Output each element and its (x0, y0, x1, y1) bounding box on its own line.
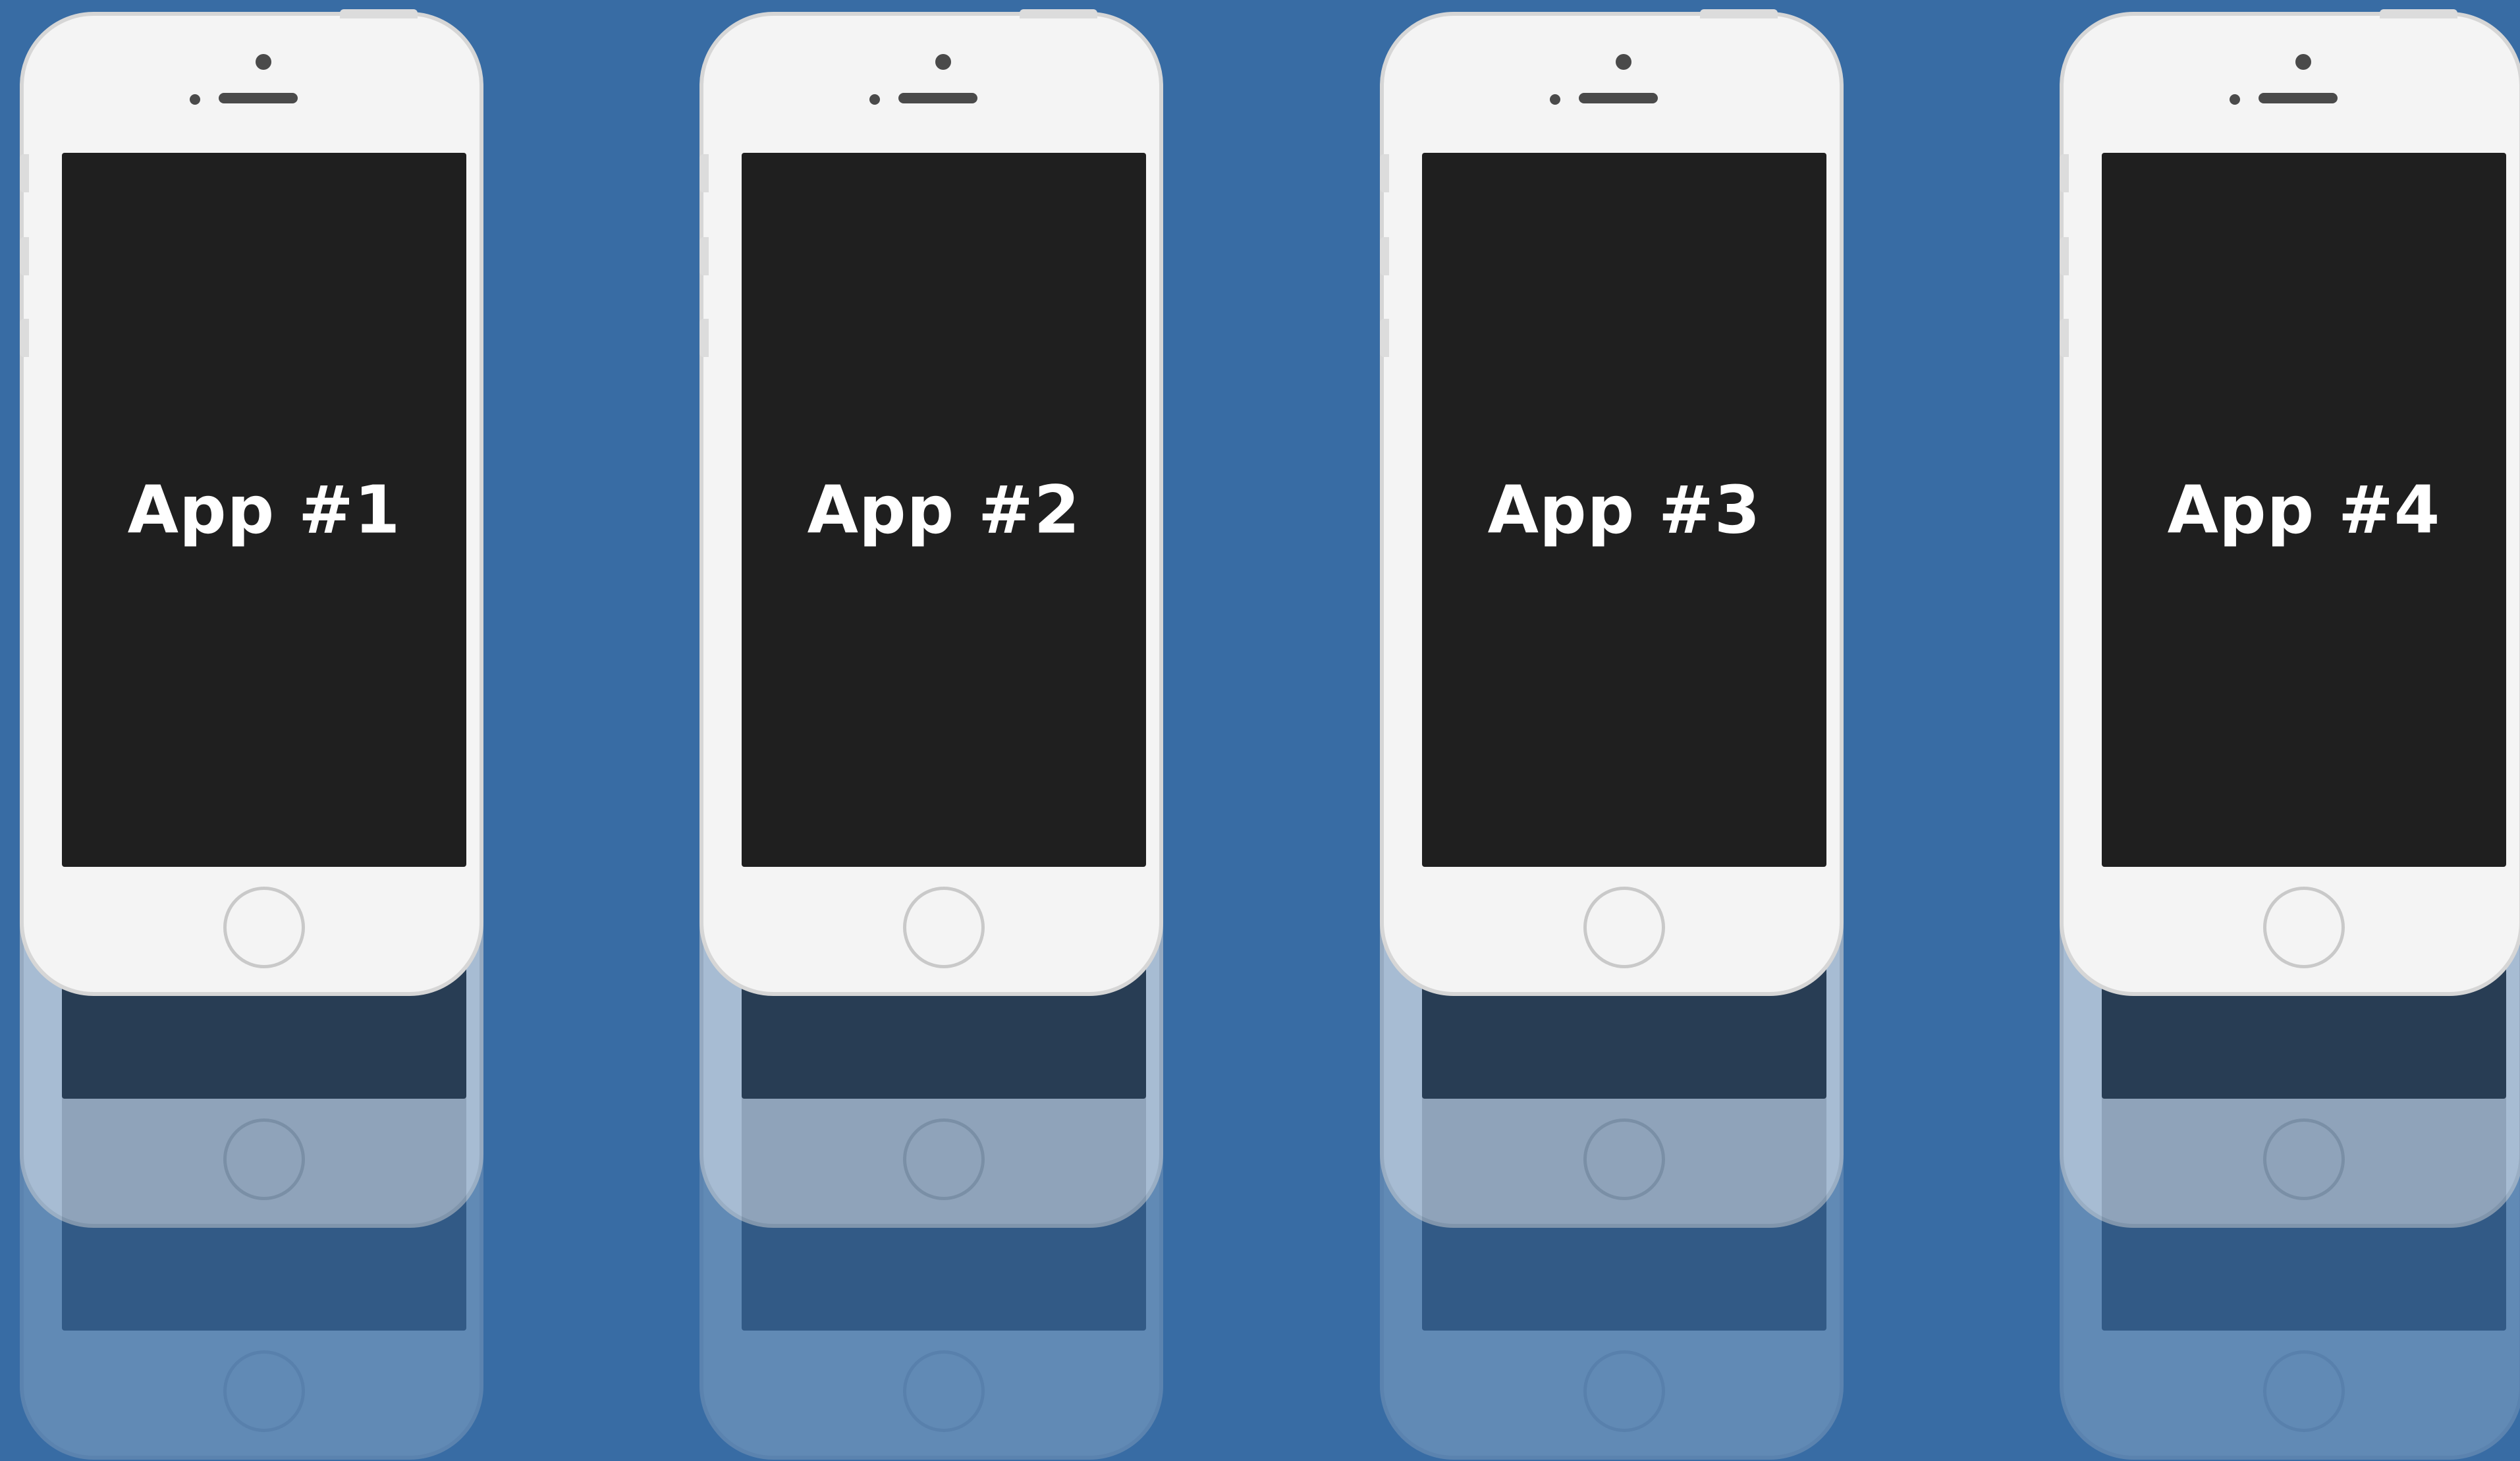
phone-body: App #1 (20, 9, 483, 996)
proximity-sensor-icon (190, 94, 200, 105)
mute-switch (1380, 154, 1389, 192)
phone-body: App #2 (699, 9, 1163, 996)
phone-body: App #4 (2060, 9, 2520, 996)
phone-group-2: App #2 (694, 0, 1168, 1461)
home-button[interactable] (223, 887, 305, 968)
home-button-reflection (2263, 1118, 2345, 1200)
app-label: App #3 (1487, 471, 1761, 549)
volume-up-button (1380, 237, 1389, 275)
phone-screen[interactable]: App #4 (2102, 153, 2506, 867)
app-label: App #1 (127, 471, 401, 549)
mute-switch (20, 154, 29, 192)
volume-down-button (699, 319, 709, 357)
proximity-sensor-icon (869, 94, 880, 105)
phone-group-1: App #1 (14, 0, 489, 1461)
phone-mockup-2: App #2 (694, 9, 1168, 1000)
proximity-sensor-icon (1550, 94, 1560, 105)
phone-screen[interactable]: App #3 (1422, 153, 1826, 867)
volume-down-button (1380, 319, 1389, 357)
power-button (1700, 9, 1778, 18)
phone-mockup-3: App #3 (1375, 9, 1849, 1000)
home-button[interactable] (903, 887, 985, 968)
earpiece-speaker-icon (2259, 93, 2338, 103)
phone-mockup-1: App #1 (14, 9, 489, 1000)
earpiece-speaker-icon (898, 93, 977, 103)
mute-switch (699, 154, 709, 192)
home-button[interactable] (2263, 887, 2345, 968)
power-button (1020, 9, 1097, 18)
volume-down-button (20, 319, 29, 357)
home-button-reflection (223, 1118, 305, 1200)
earpiece-speaker-icon (1579, 93, 1658, 103)
app-label: App #2 (807, 471, 1081, 549)
home-button-reflection (2263, 1350, 2345, 1432)
front-camera-icon (935, 54, 951, 70)
volume-up-button (2060, 237, 2069, 275)
mute-switch (2060, 154, 2069, 192)
home-button[interactable] (1583, 887, 1665, 968)
volume-up-button (20, 237, 29, 275)
power-button (340, 9, 418, 18)
phone-body: App #3 (1380, 9, 1844, 996)
phone-screen[interactable]: App #2 (742, 153, 1146, 867)
front-camera-icon (1616, 54, 1631, 70)
power-button (2380, 9, 2457, 18)
home-button-reflection (903, 1350, 985, 1432)
home-button-reflection (1583, 1350, 1665, 1432)
home-button-reflection (223, 1350, 305, 1432)
home-button-reflection (903, 1118, 985, 1200)
phone-mockup-4: App #4 (2054, 9, 2520, 1000)
volume-down-button (2060, 319, 2069, 357)
home-button-reflection (1583, 1118, 1665, 1200)
proximity-sensor-icon (2230, 94, 2240, 105)
phone-group-3: App #3 (1375, 0, 1849, 1461)
front-camera-icon (2295, 54, 2311, 70)
volume-up-button (699, 237, 709, 275)
phone-group-4: App #4 (2054, 0, 2520, 1461)
app-showcase: App #1 App #2 App #3 App #4 (0, 0, 2520, 1461)
phone-screen[interactable]: App #1 (62, 153, 466, 867)
earpiece-speaker-icon (219, 93, 298, 103)
app-label: App #4 (2167, 471, 2441, 549)
front-camera-icon (256, 54, 271, 70)
